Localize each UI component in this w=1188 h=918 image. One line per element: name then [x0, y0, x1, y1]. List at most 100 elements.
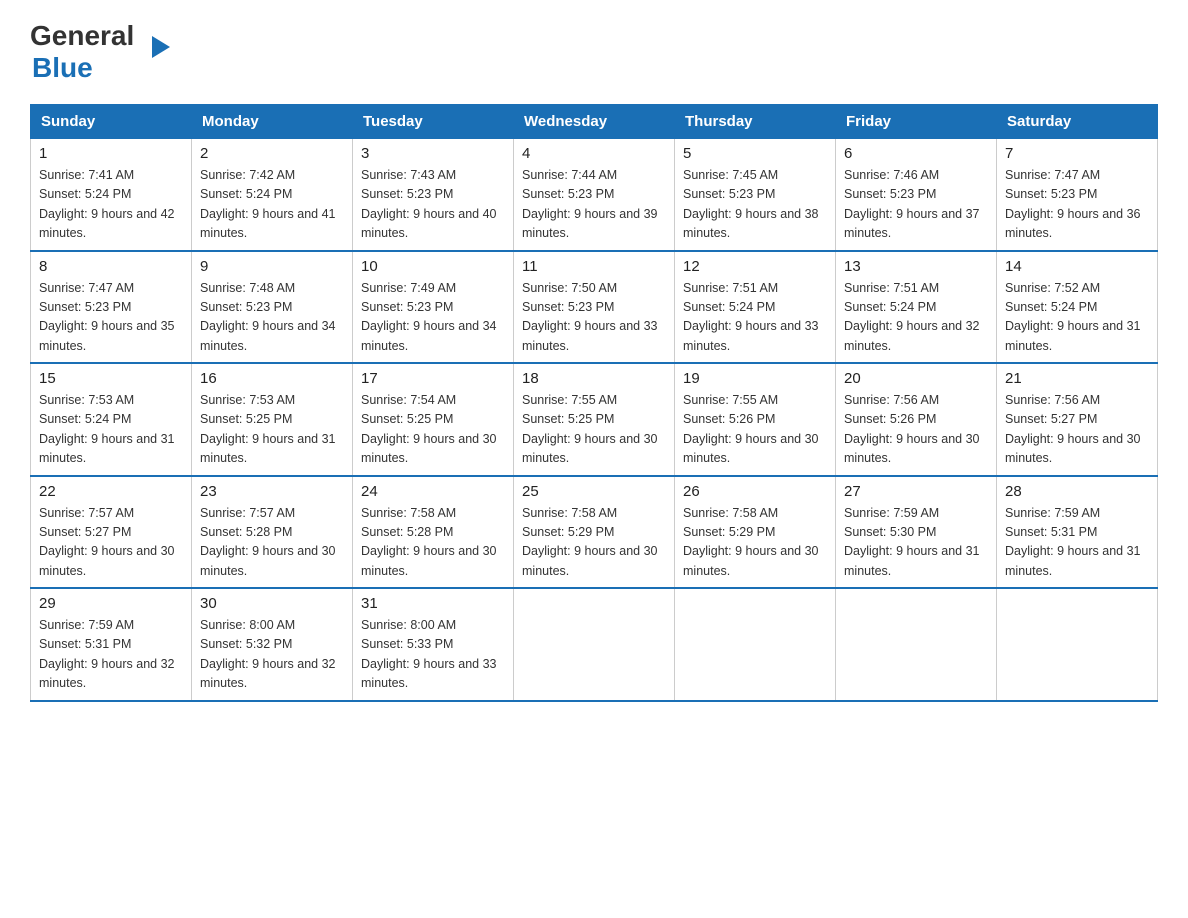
week-row-3: 15 Sunrise: 7:53 AMSunset: 5:24 PMDaylig… — [31, 363, 1158, 476]
calendar-cell: 30 Sunrise: 8:00 AMSunset: 5:32 PMDaylig… — [192, 588, 353, 701]
weekday-header-sunday: Sunday — [31, 105, 192, 139]
day-number: 22 — [39, 483, 183, 500]
day-info: Sunrise: 7:46 AMSunset: 5:23 PMDaylight:… — [844, 168, 980, 240]
day-number: 27 — [844, 483, 988, 500]
day-number: 10 — [361, 258, 505, 275]
day-number: 9 — [200, 258, 344, 275]
calendar-cell: 15 Sunrise: 7:53 AMSunset: 5:24 PMDaylig… — [31, 363, 192, 476]
day-info: Sunrise: 7:53 AMSunset: 5:24 PMDaylight:… — [39, 393, 175, 465]
day-info: Sunrise: 7:57 AMSunset: 5:27 PMDaylight:… — [39, 506, 175, 578]
calendar-cell: 25 Sunrise: 7:58 AMSunset: 5:29 PMDaylig… — [514, 476, 675, 589]
day-number: 1 — [39, 145, 183, 162]
calendar-cell — [836, 588, 997, 701]
day-number: 7 — [1005, 145, 1149, 162]
day-info: Sunrise: 8:00 AMSunset: 5:33 PMDaylight:… — [361, 618, 497, 690]
week-row-5: 29 Sunrise: 7:59 AMSunset: 5:31 PMDaylig… — [31, 588, 1158, 701]
day-info: Sunrise: 7:55 AMSunset: 5:26 PMDaylight:… — [683, 393, 819, 465]
day-number: 8 — [39, 258, 183, 275]
calendar-cell: 16 Sunrise: 7:53 AMSunset: 5:25 PMDaylig… — [192, 363, 353, 476]
calendar-cell: 5 Sunrise: 7:45 AMSunset: 5:23 PMDayligh… — [675, 139, 836, 251]
day-info: Sunrise: 7:41 AMSunset: 5:24 PMDaylight:… — [39, 168, 175, 240]
day-info: Sunrise: 7:59 AMSunset: 5:30 PMDaylight:… — [844, 506, 980, 578]
day-number: 29 — [39, 595, 183, 612]
calendar-cell: 21 Sunrise: 7:56 AMSunset: 5:27 PMDaylig… — [997, 363, 1158, 476]
day-number: 28 — [1005, 483, 1149, 500]
calendar-cell: 19 Sunrise: 7:55 AMSunset: 5:26 PMDaylig… — [675, 363, 836, 476]
calendar-cell: 28 Sunrise: 7:59 AMSunset: 5:31 PMDaylig… — [997, 476, 1158, 589]
day-number: 13 — [844, 258, 988, 275]
day-info: Sunrise: 7:50 AMSunset: 5:23 PMDaylight:… — [522, 281, 658, 353]
page-header: General Blue — [30, 20, 1158, 84]
day-info: Sunrise: 7:59 AMSunset: 5:31 PMDaylight:… — [39, 618, 175, 690]
weekday-header-wednesday: Wednesday — [514, 105, 675, 139]
logo: General Blue — [30, 20, 152, 84]
day-info: Sunrise: 7:55 AMSunset: 5:25 PMDaylight:… — [522, 393, 658, 465]
calendar-cell: 31 Sunrise: 8:00 AMSunset: 5:33 PMDaylig… — [353, 588, 514, 701]
calendar-cell: 6 Sunrise: 7:46 AMSunset: 5:23 PMDayligh… — [836, 139, 997, 251]
calendar-cell: 22 Sunrise: 7:57 AMSunset: 5:27 PMDaylig… — [31, 476, 192, 589]
day-number: 5 — [683, 145, 827, 162]
day-number: 20 — [844, 370, 988, 387]
day-number: 31 — [361, 595, 505, 612]
calendar-cell: 29 Sunrise: 7:59 AMSunset: 5:31 PMDaylig… — [31, 588, 192, 701]
day-info: Sunrise: 7:54 AMSunset: 5:25 PMDaylight:… — [361, 393, 497, 465]
day-number: 18 — [522, 370, 666, 387]
calendar-cell: 24 Sunrise: 7:58 AMSunset: 5:28 PMDaylig… — [353, 476, 514, 589]
week-row-1: 1 Sunrise: 7:41 AMSunset: 5:24 PMDayligh… — [31, 139, 1158, 251]
calendar-cell: 4 Sunrise: 7:44 AMSunset: 5:23 PMDayligh… — [514, 139, 675, 251]
calendar-cell: 9 Sunrise: 7:48 AMSunset: 5:23 PMDayligh… — [192, 251, 353, 364]
day-number: 26 — [683, 483, 827, 500]
day-info: Sunrise: 7:58 AMSunset: 5:28 PMDaylight:… — [361, 506, 497, 578]
day-info: Sunrise: 7:56 AMSunset: 5:27 PMDaylight:… — [1005, 393, 1141, 465]
day-number: 14 — [1005, 258, 1149, 275]
day-number: 25 — [522, 483, 666, 500]
day-number: 17 — [361, 370, 505, 387]
day-info: Sunrise: 7:51 AMSunset: 5:24 PMDaylight:… — [683, 281, 819, 353]
day-info: Sunrise: 7:58 AMSunset: 5:29 PMDaylight:… — [522, 506, 658, 578]
calendar-cell: 18 Sunrise: 7:55 AMSunset: 5:25 PMDaylig… — [514, 363, 675, 476]
logo-blue-text: Blue — [32, 52, 93, 83]
day-info: Sunrise: 7:49 AMSunset: 5:23 PMDaylight:… — [361, 281, 497, 353]
day-info: Sunrise: 7:52 AMSunset: 5:24 PMDaylight:… — [1005, 281, 1141, 353]
day-info: Sunrise: 7:56 AMSunset: 5:26 PMDaylight:… — [844, 393, 980, 465]
calendar-cell: 20 Sunrise: 7:56 AMSunset: 5:26 PMDaylig… — [836, 363, 997, 476]
calendar-cell: 1 Sunrise: 7:41 AMSunset: 5:24 PMDayligh… — [31, 139, 192, 251]
day-info: Sunrise: 7:47 AMSunset: 5:23 PMDaylight:… — [39, 281, 175, 353]
logo-blue-row: Blue — [30, 52, 152, 84]
day-info: Sunrise: 7:57 AMSunset: 5:28 PMDaylight:… — [200, 506, 336, 578]
calendar-cell: 2 Sunrise: 7:42 AMSunset: 5:24 PMDayligh… — [192, 139, 353, 251]
calendar-cell — [675, 588, 836, 701]
day-number: 15 — [39, 370, 183, 387]
calendar-cell: 14 Sunrise: 7:52 AMSunset: 5:24 PMDaylig… — [997, 251, 1158, 364]
day-info: Sunrise: 7:51 AMSunset: 5:24 PMDaylight:… — [844, 281, 980, 353]
day-number: 12 — [683, 258, 827, 275]
weekday-header-tuesday: Tuesday — [353, 105, 514, 139]
calendar-cell: 12 Sunrise: 7:51 AMSunset: 5:24 PMDaylig… — [675, 251, 836, 364]
day-number: 16 — [200, 370, 344, 387]
calendar-cell — [997, 588, 1158, 701]
week-row-2: 8 Sunrise: 7:47 AMSunset: 5:23 PMDayligh… — [31, 251, 1158, 364]
day-number: 11 — [522, 258, 666, 275]
day-info: Sunrise: 7:58 AMSunset: 5:29 PMDaylight:… — [683, 506, 819, 578]
day-number: 19 — [683, 370, 827, 387]
day-number: 2 — [200, 145, 344, 162]
day-info: Sunrise: 8:00 AMSunset: 5:32 PMDaylight:… — [200, 618, 336, 690]
week-row-4: 22 Sunrise: 7:57 AMSunset: 5:27 PMDaylig… — [31, 476, 1158, 589]
day-info: Sunrise: 7:48 AMSunset: 5:23 PMDaylight:… — [200, 281, 336, 353]
weekday-header-monday: Monday — [192, 105, 353, 139]
calendar-table: SundayMondayTuesdayWednesdayThursdayFrid… — [30, 104, 1158, 702]
weekday-header-friday: Friday — [836, 105, 997, 139]
day-info: Sunrise: 7:43 AMSunset: 5:23 PMDaylight:… — [361, 168, 497, 240]
calendar-cell — [514, 588, 675, 701]
calendar-cell: 3 Sunrise: 7:43 AMSunset: 5:23 PMDayligh… — [353, 139, 514, 251]
weekday-header-thursday: Thursday — [675, 105, 836, 139]
day-number: 21 — [1005, 370, 1149, 387]
day-info: Sunrise: 7:45 AMSunset: 5:23 PMDaylight:… — [683, 168, 819, 240]
logo-triangle-icon — [152, 36, 170, 58]
calendar-cell: 11 Sunrise: 7:50 AMSunset: 5:23 PMDaylig… — [514, 251, 675, 364]
calendar-cell: 8 Sunrise: 7:47 AMSunset: 5:23 PMDayligh… — [31, 251, 192, 364]
day-info: Sunrise: 7:42 AMSunset: 5:24 PMDaylight:… — [200, 168, 336, 240]
day-number: 3 — [361, 145, 505, 162]
weekday-header-row: SundayMondayTuesdayWednesdayThursdayFrid… — [31, 105, 1158, 139]
day-number: 6 — [844, 145, 988, 162]
